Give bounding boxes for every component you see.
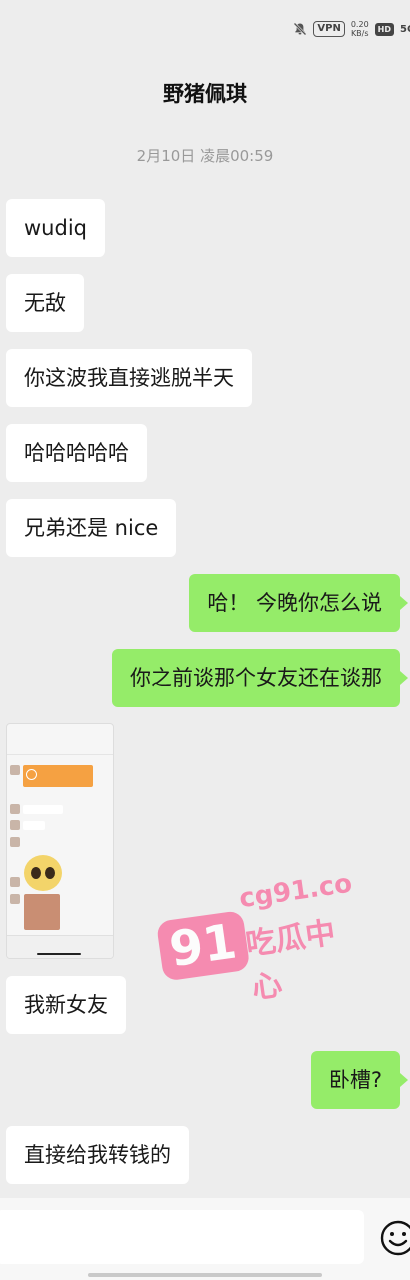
image-thumb-emoji-sticker (24, 855, 62, 891)
image-thumb-bubble (23, 820, 45, 830)
image-thumb-avatar (10, 804, 20, 814)
emoji-button[interactable] (378, 1218, 410, 1258)
emoji-icon (380, 1220, 410, 1256)
chat-title: 野猪佩琪 (163, 82, 247, 106)
image-thumb-row (10, 837, 20, 847)
image-thumb-avatar (10, 765, 20, 775)
message-bubble-outgoing[interactable]: 你之前谈那个女友还在谈那 (112, 649, 408, 707)
network-speed: 0.20 KB/s (351, 20, 369, 38)
vpn-badge: VPN (313, 21, 345, 37)
status-bar: VPN 0.20 KB/s HD 5G (0, 0, 410, 62)
image-thumb-emoji-eye (31, 867, 41, 879)
image-thumb-row (10, 804, 63, 814)
message-bubble-incoming[interactable]: 直接给我转钱的 (6, 1126, 189, 1184)
image-thumb-header (7, 736, 113, 755)
network-speed-value: 0.20 (350, 20, 369, 29)
message-bubble-incoming[interactable]: wudiq (6, 199, 105, 257)
chat-screen: VPN 0.20 KB/s HD 5G 野猪佩琪 2月10日 凌晨00:59 w… (0, 0, 410, 1280)
hd-badge: HD (374, 22, 394, 36)
image-thumb-avatar (10, 894, 20, 904)
image-thumb-avatar (10, 837, 20, 847)
image-thumb-transfer-card (23, 765, 93, 787)
watermark-domain: cg91.co (237, 868, 354, 915)
message-bubble-incoming[interactable]: 我新女友 (6, 976, 126, 1034)
message-bubble-incoming[interactable]: 你这波我直接逃脱半天 (6, 349, 252, 407)
image-thumb-row (10, 894, 20, 904)
image-thumb-status-bar (7, 724, 113, 736)
message-input[interactable] (0, 1210, 364, 1264)
image-thumb-row (10, 765, 20, 775)
image-thumb-avatar (10, 877, 20, 887)
watermark-name: 吃瓜中心 (243, 915, 338, 1007)
message-bubble-incoming[interactable]: 哈哈哈哈哈 (6, 424, 147, 482)
image-thumb-emoji-eye (45, 867, 55, 879)
message-bubble-outgoing[interactable]: 哈！ 今晚你怎么说 (189, 574, 408, 632)
watermark-number: 91 (155, 910, 251, 982)
image-thumb-avatar (10, 820, 20, 830)
image-thumb-input-bar (7, 935, 113, 958)
network-speed-unit: KB/s (350, 29, 369, 38)
image-thumb-row (10, 877, 20, 887)
watermark-logo: 91 cg91.co 吃瓜中心 (151, 857, 366, 1007)
bell-off-icon (293, 22, 307, 36)
message-timestamp: 2月10日 凌晨00:59 (136, 147, 274, 165)
message-bubble-incoming[interactable]: 无敌 (6, 274, 84, 332)
status-icons: VPN 0.20 KB/s HD 5G (293, 20, 410, 38)
image-thumb-row (10, 820, 45, 830)
network-type: 5G (400, 23, 410, 35)
message-bubble-incoming[interactable]: 兄弟还是 nice (6, 499, 177, 557)
image-thumb-photo (24, 894, 60, 930)
home-indicator (88, 1273, 322, 1277)
image-message[interactable] (6, 723, 114, 959)
input-bar (0, 1198, 410, 1280)
image-thumb-bubble (23, 804, 63, 814)
message-bubble-outgoing[interactable]: 卧槽? (310, 1051, 409, 1109)
